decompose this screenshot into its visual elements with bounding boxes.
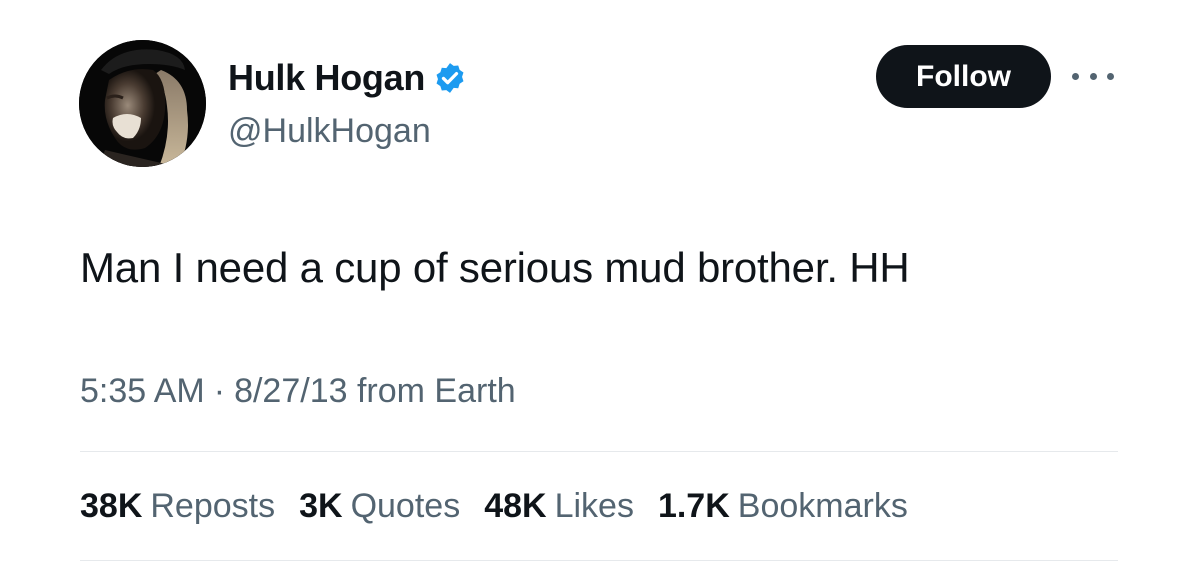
stat-likes[interactable]: 48K Likes xyxy=(484,487,634,526)
stat-count: 48K xyxy=(484,487,547,525)
stat-count: 38K xyxy=(80,487,143,525)
stat-label: Bookmarks xyxy=(737,487,908,525)
tweet-date-source[interactable]: 8/27/13 from Earth xyxy=(234,372,516,411)
stat-count: 3K xyxy=(299,487,343,525)
user-handle[interactable]: @HulkHogan xyxy=(228,112,431,151)
engagement-stats: 38K Reposts 3K Quotes 48K Likes 1.7K Bookmar… xyxy=(80,487,908,526)
more-dot xyxy=(1107,72,1114,80)
stat-label: Quotes xyxy=(350,487,461,525)
meta-separator: · xyxy=(213,372,226,410)
tweet-time[interactable]: 5:35 AM xyxy=(80,372,205,411)
tweet-meta: 5:35 AM · 8/27/13 from Earth xyxy=(80,372,516,411)
follow-button[interactable]: Follow xyxy=(876,45,1051,108)
divider xyxy=(80,560,1118,561)
more-options-icon[interactable] xyxy=(1072,64,1114,88)
avatar[interactable] xyxy=(79,40,206,167)
verified-badge-icon[interactable] xyxy=(433,61,467,95)
tweet-text: Man I need a cup of serious mud brother.… xyxy=(80,244,910,291)
display-name-row: Hulk Hogan xyxy=(228,56,467,100)
stat-label: Reposts xyxy=(150,487,276,525)
more-dot xyxy=(1072,72,1079,80)
stat-reposts[interactable]: 38K Reposts xyxy=(80,487,275,526)
avatar-portrait-image xyxy=(79,40,206,167)
display-name[interactable]: Hulk Hogan xyxy=(228,57,425,99)
tweet-card: Hulk Hogan @HulkHogan Follow Man I need … xyxy=(0,0,1199,567)
stat-quotes[interactable]: 3K Quotes xyxy=(299,487,460,526)
more-dot xyxy=(1089,72,1097,80)
stat-bookmarks[interactable]: 1.7K Bookmarks xyxy=(658,487,908,526)
stat-count: 1.7K xyxy=(657,487,730,525)
stat-label: Likes xyxy=(554,487,634,525)
divider xyxy=(80,451,1118,452)
